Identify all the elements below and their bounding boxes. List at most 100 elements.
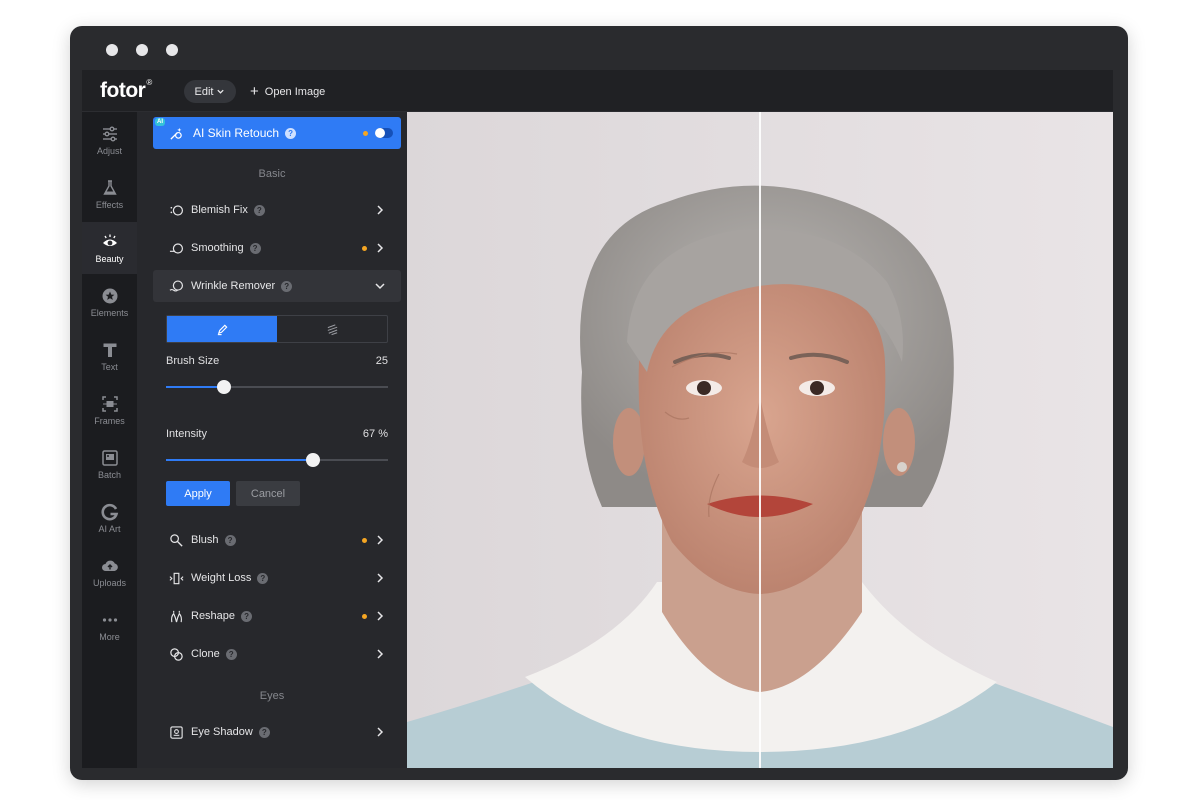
help-icon[interactable]: ? bbox=[257, 572, 269, 584]
open-image-label: Open Image bbox=[264, 85, 326, 98]
smoothing-label: Smoothing bbox=[191, 242, 244, 254]
blemish-fix-label: Blemish Fix bbox=[191, 204, 248, 216]
rail-item-elements[interactable]: Elements bbox=[82, 276, 137, 328]
fotor-logo[interactable]: fotor® bbox=[100, 78, 152, 103]
open-image-button[interactable]: + Open Image bbox=[250, 80, 325, 103]
flask-icon bbox=[102, 179, 117, 195]
photo-canvas[interactable] bbox=[407, 112, 1113, 768]
help-icon[interactable]: ? bbox=[281, 280, 293, 292]
eye-shadow-row[interactable]: Eye Shadow ? bbox=[153, 716, 401, 748]
eye-shadow-icon bbox=[167, 723, 185, 741]
intensity-label: Intensity bbox=[166, 428, 207, 440]
chevron-right-icon bbox=[377, 727, 384, 737]
chevron-down-icon bbox=[375, 283, 385, 290]
cancel-button[interactable]: Cancel bbox=[236, 481, 300, 506]
clone-icon bbox=[167, 645, 185, 663]
help-icon[interactable]: ? bbox=[253, 204, 265, 216]
apply-button[interactable]: Apply bbox=[166, 481, 230, 506]
help-icon[interactable]: ? bbox=[285, 127, 297, 139]
section-eyes-heading: Eyes bbox=[259, 690, 285, 702]
rail-item-uploads[interactable]: Uploads bbox=[82, 546, 137, 598]
batch-icon bbox=[101, 449, 118, 466]
section-basic-heading: Basic bbox=[258, 168, 286, 180]
wrinkle-remover-row[interactable]: Wrinkle Remover ? bbox=[153, 270, 401, 302]
brush-mode-button[interactable] bbox=[167, 316, 277, 342]
window-dot-maximize[interactable] bbox=[166, 44, 178, 56]
frame-icon bbox=[101, 395, 118, 412]
sliders-icon bbox=[102, 126, 117, 141]
text-icon bbox=[103, 343, 116, 357]
intensity-fill bbox=[166, 459, 313, 461]
edit-label: Edit bbox=[194, 85, 214, 98]
weight-loss-label: Weight Loss bbox=[191, 572, 252, 584]
intensity-value: 67 % bbox=[362, 428, 388, 440]
magic-wand-icon bbox=[167, 124, 185, 142]
rail-item-text[interactable]: Text bbox=[82, 330, 137, 382]
blemish-fix-row[interactable]: Blemish Fix ? bbox=[153, 194, 401, 226]
brush-size-slider[interactable] bbox=[166, 380, 388, 394]
app-window: fotor® Edit + Open Image Adjust Effects bbox=[70, 26, 1128, 780]
star-circle-icon bbox=[102, 288, 117, 303]
blemish-icon bbox=[167, 201, 185, 219]
editor: fotor® Edit + Open Image Adjust Effects bbox=[82, 70, 1113, 768]
chevron-right-icon bbox=[377, 611, 384, 621]
reshape-label: Reshape bbox=[191, 610, 236, 622]
eraser-icon bbox=[327, 323, 337, 335]
status-dot bbox=[362, 538, 367, 543]
help-icon[interactable]: ? bbox=[241, 610, 253, 622]
chevron-right-icon bbox=[377, 649, 384, 659]
chevron-right-icon bbox=[377, 573, 384, 583]
window-dot-minimize[interactable] bbox=[136, 44, 148, 56]
rail-item-more[interactable]: More bbox=[82, 600, 137, 652]
ai-art-icon bbox=[100, 503, 118, 520]
rail-item-frames[interactable]: Frames bbox=[82, 384, 137, 436]
status-dot bbox=[362, 246, 367, 251]
brush-size-label: Brush Size bbox=[166, 355, 220, 367]
intensity-handle[interactable] bbox=[306, 453, 320, 467]
blush-label: Blush bbox=[191, 534, 219, 546]
chevron-right-icon bbox=[377, 535, 384, 545]
smoothing-row[interactable]: Smoothing ? bbox=[153, 232, 401, 264]
tool-rail: Adjust Effects Beauty Elements Text Fram… bbox=[82, 112, 137, 768]
brush-icon bbox=[217, 324, 227, 335]
beauty-panel: AI AI Skin Retouch ? Basic Blemish Fix ?… bbox=[137, 112, 407, 768]
blush-row[interactable]: Blush ? bbox=[153, 524, 401, 556]
help-icon[interactable]: ? bbox=[258, 726, 270, 738]
status-dot bbox=[362, 614, 367, 619]
ai-badge: AI bbox=[155, 118, 165, 126]
help-icon[interactable]: ? bbox=[224, 534, 236, 546]
reshape-row[interactable]: Reshape ? bbox=[153, 600, 401, 632]
eye-icon bbox=[102, 234, 117, 246]
brush-size-fill bbox=[166, 386, 224, 388]
chevron-right-icon bbox=[377, 205, 384, 215]
rail-item-beauty[interactable]: Beauty bbox=[82, 222, 137, 274]
ai-skin-retouch-row[interactable]: AI AI Skin Retouch ? bbox=[153, 117, 401, 149]
edit-menu-button[interactable]: Edit bbox=[184, 80, 236, 103]
rail-item-adjust[interactable]: Adjust bbox=[82, 114, 137, 166]
eye-shadow-label: Eye Shadow bbox=[191, 726, 253, 738]
rail-item-ai-art[interactable]: AI Art bbox=[82, 492, 137, 544]
rail-item-effects[interactable]: Effects bbox=[82, 168, 137, 220]
before-after-divider[interactable] bbox=[759, 112, 761, 768]
chevron-right-icon bbox=[377, 243, 384, 253]
erase-mode-button[interactable] bbox=[277, 316, 387, 342]
brush-size-handle[interactable] bbox=[217, 380, 231, 394]
blush-icon bbox=[167, 531, 185, 549]
window-dot-close[interactable] bbox=[106, 44, 118, 56]
ai-skin-retouch-label: AI Skin Retouch bbox=[193, 126, 280, 140]
intensity-slider[interactable] bbox=[166, 453, 388, 467]
clone-row[interactable]: Clone ? bbox=[153, 638, 401, 670]
ai-skin-retouch-toggle[interactable] bbox=[375, 128, 393, 138]
wrinkle-icon bbox=[167, 277, 185, 295]
rail-item-batch[interactable]: Batch bbox=[82, 438, 137, 490]
help-icon[interactable]: ? bbox=[225, 648, 237, 660]
reshape-icon bbox=[167, 607, 185, 625]
more-icon bbox=[102, 617, 117, 622]
cloud-upload-icon bbox=[101, 560, 118, 571]
wrinkle-remover-label: Wrinkle Remover bbox=[191, 280, 276, 292]
weight-loss-row[interactable]: Weight Loss ? bbox=[153, 562, 401, 594]
weight-loss-icon bbox=[167, 569, 185, 587]
top-bar: fotor® Edit + Open Image bbox=[82, 70, 1113, 112]
help-icon[interactable]: ? bbox=[249, 242, 261, 254]
status-dot bbox=[363, 131, 368, 136]
